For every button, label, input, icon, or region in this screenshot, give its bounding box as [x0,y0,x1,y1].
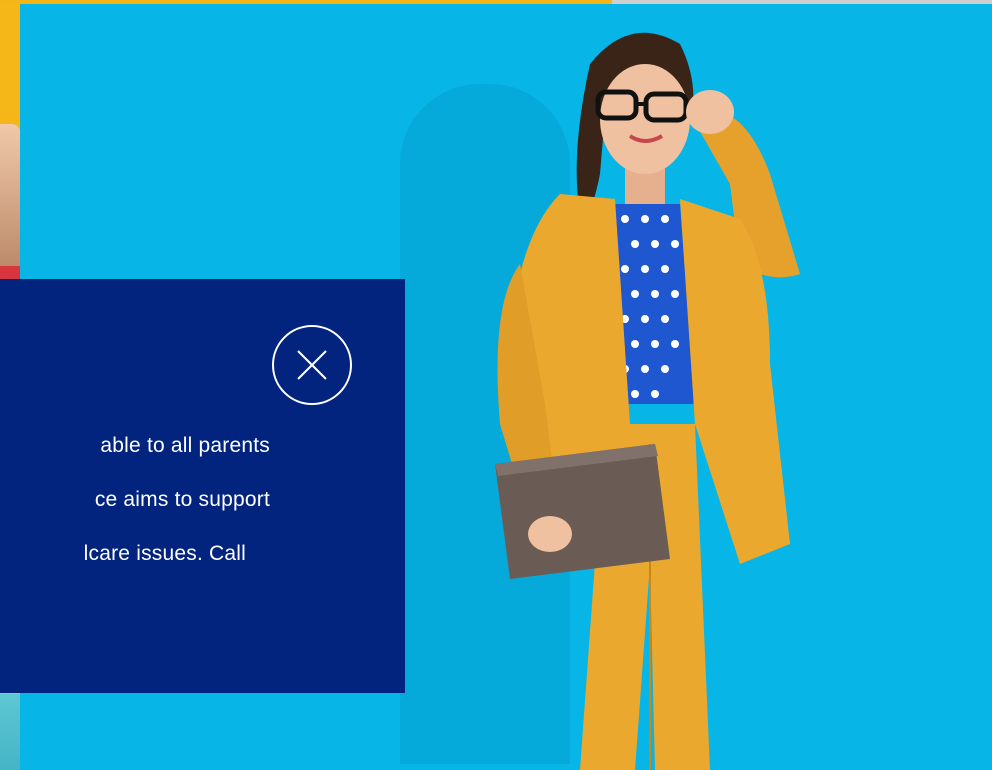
previous-card-footer [0,694,20,770]
previous-card-photo [0,124,20,274]
modal-body-text: able to all parents ce aims to support l… [0,405,270,594]
modal-body-line: ce aims to support [94,488,270,511]
woman-figure-illustration [495,32,800,770]
modal-body-line: able to all parents [100,434,270,457]
modal-body-line: lcare issues. Call [83,542,246,565]
close-button[interactable] [272,325,352,405]
close-icon [297,350,327,380]
info-modal: able to all parents ce aims to support l… [0,279,405,693]
